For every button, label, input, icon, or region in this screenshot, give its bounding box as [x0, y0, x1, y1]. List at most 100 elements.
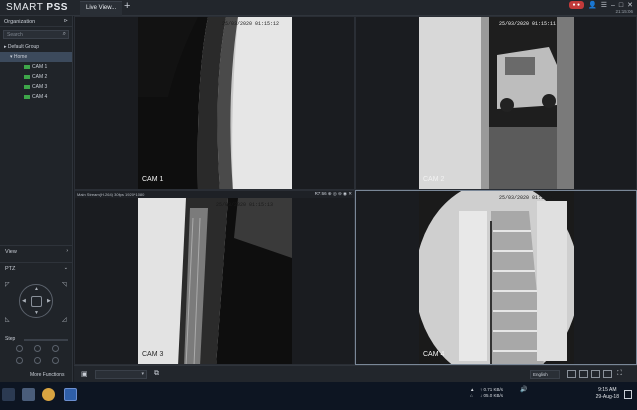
tree-item[interactable]: CAM 1 [0, 62, 72, 72]
cam2-name: CAM 2 [423, 176, 445, 183]
camera-icon [24, 84, 30, 89]
cam4-scene [419, 191, 574, 364]
tab-live-view[interactable]: Live View... [80, 1, 123, 16]
clock-time: 9:15 AM [598, 387, 617, 393]
cam1-scene [138, 17, 292, 189]
add-tab-icon[interactable]: + [124, 0, 134, 12]
video-frame: 25/03/2020 01:15:13 CAM 4 [419, 191, 574, 364]
arrow-left-icon[interactable]: ◀ [22, 298, 26, 304]
alarm-badge[interactable]: ● ● [568, 1, 584, 9]
app-logo: SMART PSS [6, 2, 68, 13]
chevron-down-icon: ⌄ [63, 265, 68, 271]
ptz-direction-pad[interactable]: ▲ ▼ ◀ ▶ [19, 284, 53, 318]
pin-icon[interactable]: ⊳ [64, 18, 68, 24]
app-icon[interactable] [22, 388, 35, 401]
organization-header: Organization ⊳ [0, 16, 72, 27]
cam1-timestamp: 25/03/2020 01:15:12 [222, 21, 280, 27]
more-functions-link[interactable]: More Functions [30, 372, 64, 378]
stream-select-value: English [533, 372, 548, 377]
arrow-right-icon[interactable]: ▶ [47, 298, 51, 304]
taskbar-clock[interactable]: 9:15 AM 29-Aug-18 [596, 387, 619, 401]
chevron-down-icon: ▾ [141, 371, 144, 377]
view-panel-header[interactable]: View › [0, 245, 73, 256]
download-speed: ↓ 05.0 KB/s [480, 393, 504, 398]
step-slider[interactable] [24, 339, 68, 341]
focus-button[interactable] [34, 345, 41, 352]
video-cell-cam1[interactable]: 25/03/2020 01:15:12 CAM 1 [74, 16, 355, 190]
cam4-timestamp: 25/03/2020 01:15:13 [499, 195, 557, 201]
camera-icon [24, 64, 30, 69]
volume-icon[interactable]: 🔊 [520, 387, 527, 393]
iris-close-button[interactable] [52, 357, 59, 364]
system-time: 21:15:06 [615, 9, 633, 14]
view-select[interactable]: ▾ [95, 370, 147, 379]
minimize-icon[interactable]: – [611, 2, 615, 9]
iris-button[interactable] [52, 345, 59, 352]
cell-toolbar[interactable]: R7:66 ⊕ ◎ ⊖ ◉ ✕ [315, 191, 352, 197]
ptz-control: ◸ ◹ ▲ ▼ ◀ ▶ ◺ ◿ [0, 280, 73, 330]
chrome-icon[interactable] [42, 388, 55, 401]
tree-item-label: CAM 2 [32, 74, 48, 80]
arrow-down-icon[interactable]: ▼ [34, 310, 39, 316]
layout-3x3-button[interactable] [591, 370, 600, 378]
search-input[interactable]: Search ⌕ [3, 30, 69, 39]
fullscreen-icon[interactable]: ⛶ [617, 370, 622, 378]
ptz-corner-icon[interactable]: ◺ [5, 316, 10, 323]
screenshot-icon[interactable]: ▣ [81, 370, 88, 378]
zoom-out-button[interactable] [16, 357, 23, 364]
video-grid: 25/03/2020 01:15:12 CAM 1 25/03/2020 01:… [74, 16, 637, 365]
tree-item[interactable]: CAM 2 [0, 72, 72, 82]
save-view-icon[interactable]: ⧉ [154, 370, 159, 378]
brand-text: SMART [6, 2, 47, 13]
tree-item-label: Home [13, 54, 28, 60]
layout-2x2-button[interactable] [579, 370, 588, 378]
ptz-panel-header[interactable]: PTZ ⌄ [0, 262, 73, 273]
camera-icon [24, 74, 30, 79]
tree-item-label: CAM 4 [32, 94, 48, 100]
cam3-timestamp: 25/03/2020 01:15:13 [216, 202, 274, 208]
focus-out-button[interactable] [34, 357, 41, 364]
ptz-center-button[interactable] [31, 296, 42, 307]
stream-select[interactable]: English [530, 370, 560, 379]
search-placeholder: Search [7, 32, 23, 38]
tree-item[interactable]: CAM 4 [0, 92, 72, 102]
ptz-corner-icon[interactable]: ◿ [62, 316, 67, 323]
tree-item[interactable]: ▾ Home [0, 52, 72, 62]
network-speed: ↑ 0.71 KB/s ↓ 05.0 KB/s [480, 387, 503, 399]
ptz-label: PTZ [5, 266, 16, 272]
camera-icon [24, 94, 30, 99]
tray-icons[interactable]: ▲ ⌂ [470, 387, 474, 399]
video-frame: 25/03/2020 01:15:12 CAM 1 [138, 17, 292, 189]
menu-icon[interactable]: ☰ [601, 1, 607, 9]
cam3-name: CAM 3 [142, 351, 164, 358]
tree-item-label: Default Group [7, 44, 40, 50]
arrow-up-icon[interactable]: ▲ [34, 286, 39, 292]
file-explorer-icon[interactable] [2, 388, 15, 401]
ptz-lock-icon[interactable]: ◸ [5, 281, 10, 288]
notification-icon[interactable] [624, 390, 632, 399]
step-label: Step [5, 336, 16, 342]
zoom-in-button[interactable] [16, 345, 23, 352]
layout-1x1-button[interactable] [567, 370, 576, 378]
video-cell-cam4[interactable]: 25/03/2020 01:15:13 CAM 4 [355, 190, 637, 365]
tree-item[interactable]: ▸ Default Group [0, 42, 72, 52]
smart-pss-taskbar-icon[interactable] [64, 388, 77, 401]
search-icon[interactable]: ⌕ [63, 31, 66, 38]
organization-title: Organization [4, 19, 36, 25]
cam1-name: CAM 1 [142, 176, 164, 183]
video-cell-cam2[interactable]: 25/03/2020 01:15:11 CAM 2 [355, 16, 637, 190]
user-icon[interactable]: 👤 [588, 1, 597, 9]
tree-item[interactable]: CAM 3 [0, 82, 72, 92]
ptz-option-icon[interactable]: ◹ [62, 281, 67, 288]
video-frame: 25/03/2020 01:15:13 CAM 3 [138, 198, 292, 364]
tree-item-label: CAM 1 [32, 64, 48, 70]
close-icon[interactable]: ✕ [627, 1, 633, 9]
stream-info-text: Main Stream(H.264) 30fps 1920*1080 [77, 192, 145, 197]
os-taskbar: ▲ ⌂ ↑ 0.71 KB/s ↓ 05.0 KB/s 🔊 9:15 AM 29-… [0, 382, 637, 410]
device-tree: ▸ Default Group ▾ Home CAM 1 CAM 2 CAM 3 CAM … [0, 42, 72, 102]
layout-custom-button[interactable] [603, 370, 612, 378]
maximize-icon[interactable]: □ [619, 2, 623, 9]
tab-live-view-label: Live View... [86, 5, 117, 11]
cam4-name: CAM 4 [423, 351, 445, 358]
video-cell-cam3[interactable]: Main Stream(H.264) 30fps 1920*1080 R7:66… [74, 190, 355, 365]
